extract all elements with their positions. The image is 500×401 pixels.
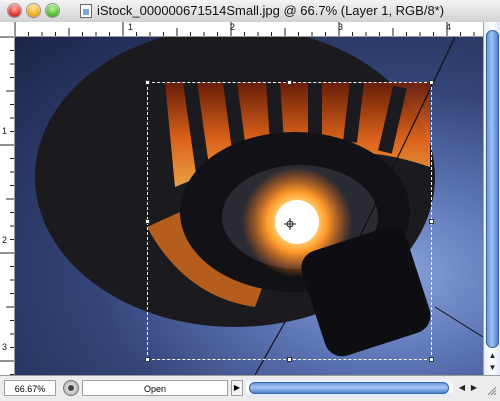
ruler-top[interactable]: 1 2 3 4	[0, 22, 483, 37]
ruler-top-label: 4	[446, 22, 452, 32]
transform-handle[interactable]	[287, 357, 292, 362]
ruler-left[interactable]: 1 2 3	[0, 22, 15, 375]
document-icon[interactable]	[80, 4, 92, 18]
document-window: iStock_000000671514Small.jpg @ 66.7% (La…	[0, 0, 500, 401]
vertical-scrollbar[interactable]: ▲ ▼	[483, 22, 500, 375]
transform-handle[interactable]	[429, 219, 434, 224]
transform-handle[interactable]	[145, 80, 150, 85]
status-menu-icon[interactable]	[63, 380, 79, 396]
arrow-down-icon[interactable]: ▼	[485, 362, 500, 374]
window-title: iStock_000000671514Small.jpg @ 66.7% (La…	[97, 3, 445, 18]
zoom-icon[interactable]	[46, 4, 59, 17]
transform-handle[interactable]	[145, 219, 150, 224]
transform-handle[interactable]	[429, 80, 434, 85]
ruler-top-ticks	[14, 22, 475, 36]
transform-handle[interactable]	[429, 357, 434, 362]
transform-handle[interactable]	[287, 80, 292, 85]
ruler-top-label: 2	[230, 22, 236, 32]
ruler-left-ticks	[0, 36, 14, 375]
zoom-level-field[interactable]: 66.67%	[4, 380, 56, 396]
ruler-left-label: 1	[2, 126, 8, 136]
arrow-right-icon[interactable]: ▶	[468, 381, 480, 395]
ruler-left-label: 2	[2, 235, 8, 245]
reference-point-icon[interactable]	[284, 218, 296, 230]
arrow-up-icon[interactable]: ▲	[485, 350, 500, 362]
vertical-scroll-thumb[interactable]	[486, 30, 499, 348]
resize-grip-icon[interactable]	[487, 384, 497, 396]
title-bar[interactable]: iStock_000000671514Small.jpg @ 66.7% (La…	[0, 0, 500, 23]
image-canvas[interactable]	[15, 37, 483, 375]
ruler-top-label: 3	[338, 22, 344, 32]
ruler-origin[interactable]	[0, 22, 15, 37]
ruler-top-label: 1	[128, 22, 134, 32]
close-icon[interactable]	[8, 4, 21, 17]
status-bar: 66.67% Open ▶ ◀ ▶	[0, 375, 500, 401]
horizontal-scrollbar[interactable]	[246, 379, 453, 397]
play-icon[interactable]: ▶	[231, 380, 243, 396]
ruler-left-label: 3	[2, 342, 8, 352]
status-info-field: Open	[82, 380, 228, 396]
horizontal-scroll-thumb[interactable]	[249, 382, 449, 394]
transform-handle[interactable]	[145, 357, 150, 362]
arrow-left-icon[interactable]: ◀	[456, 381, 468, 395]
minimize-icon[interactable]	[27, 4, 40, 17]
